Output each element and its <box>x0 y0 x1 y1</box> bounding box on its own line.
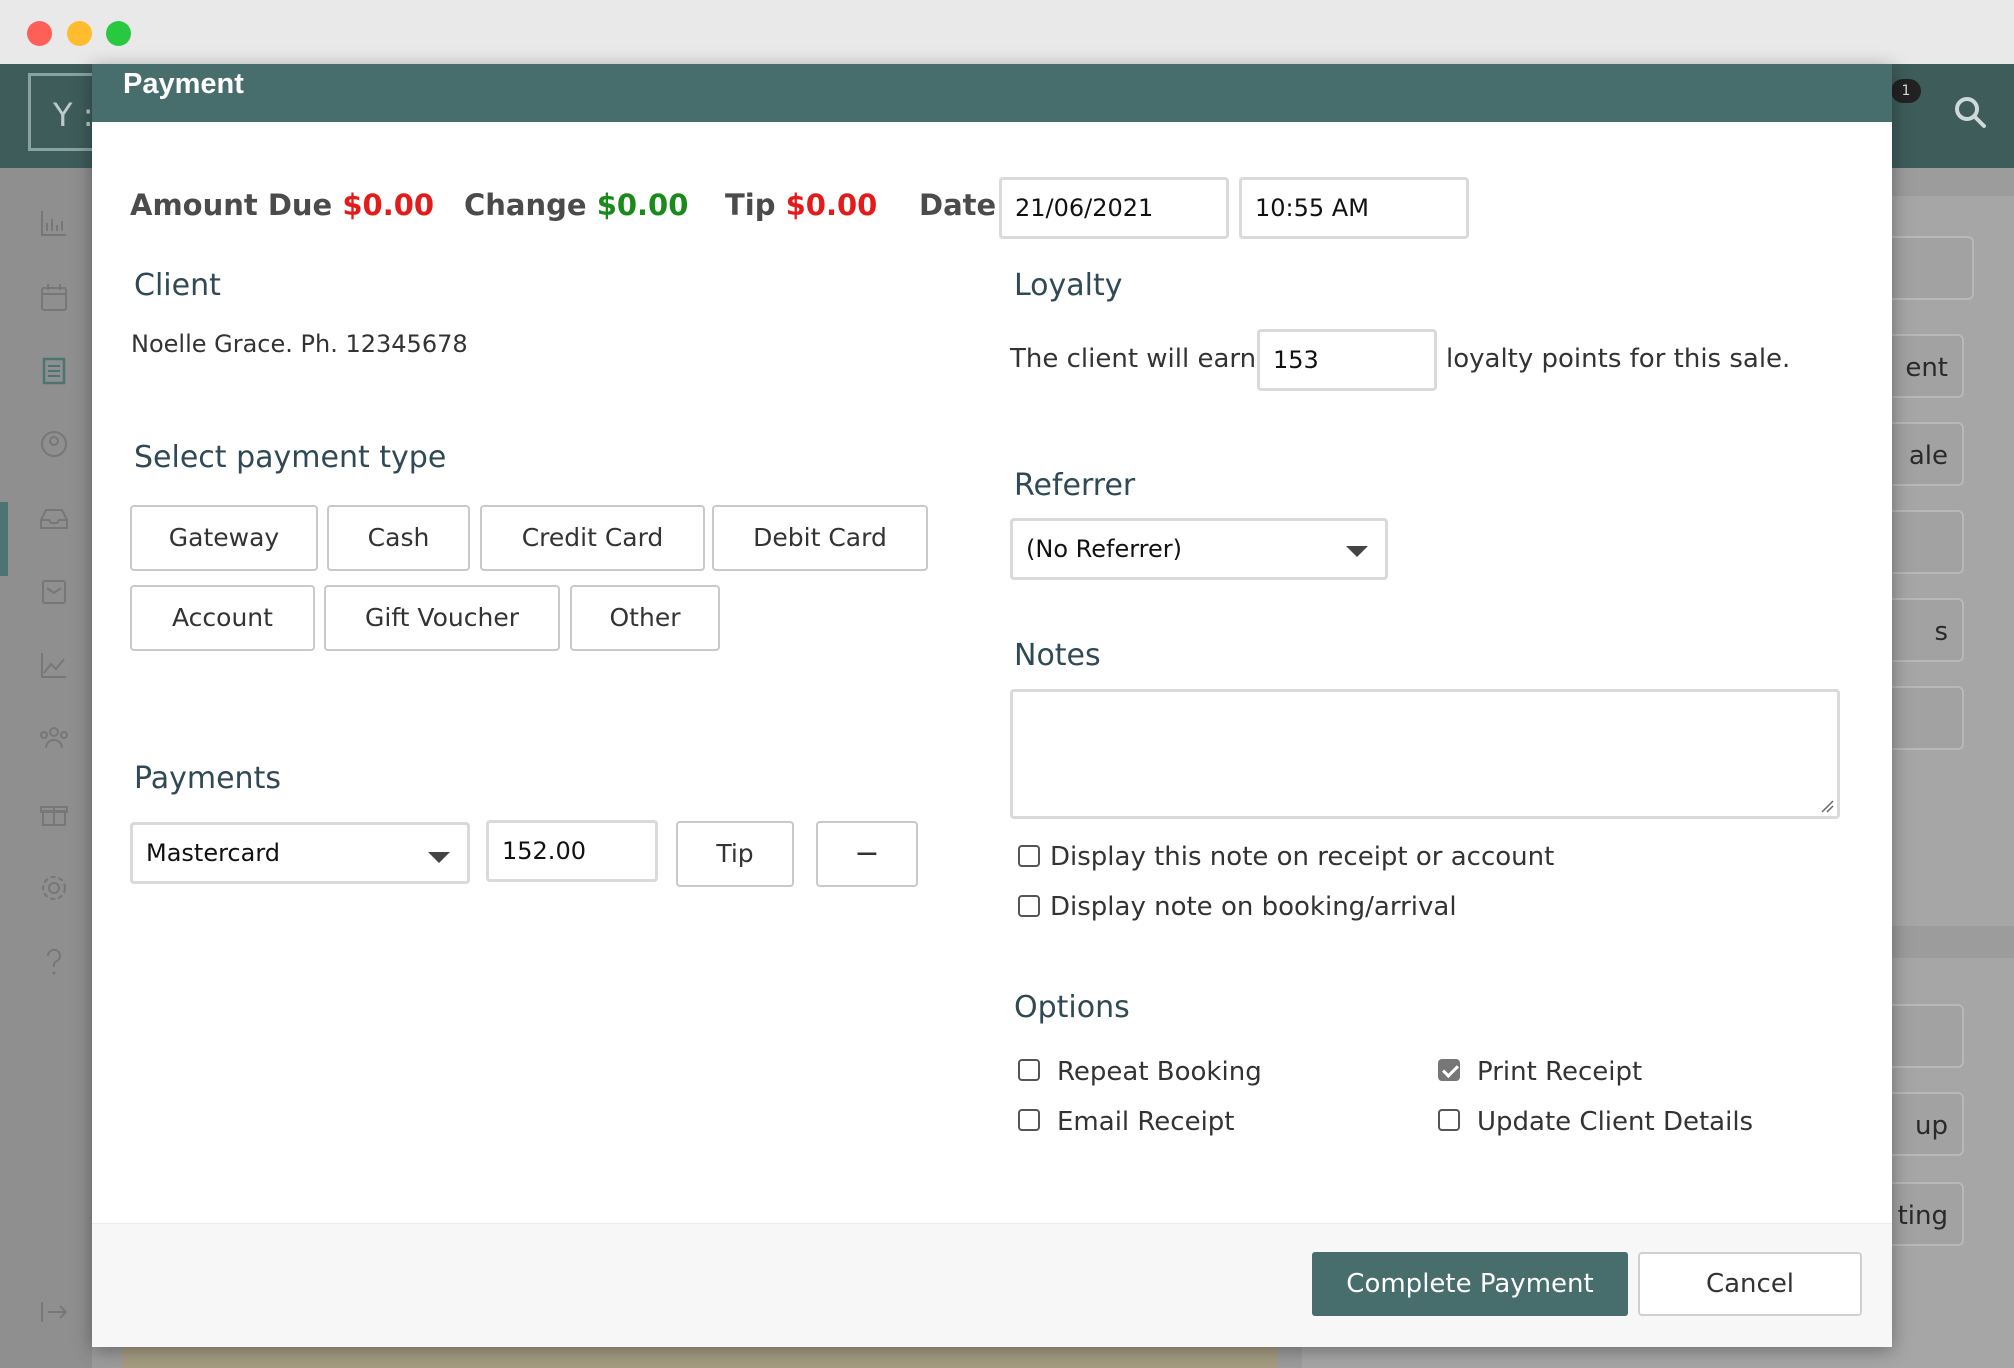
notes-title: Notes <box>1014 638 1101 673</box>
complete-payment-button[interactable]: Complete Payment <box>1312 1252 1628 1316</box>
remove-payment-button[interactable]: − <box>816 821 918 887</box>
client-title: Client <box>134 268 221 303</box>
modal-title: Payment <box>123 68 244 100</box>
payment-type-credit-card-button[interactable]: Credit Card <box>480 505 705 571</box>
amount-due-value: $0.00 <box>342 188 435 222</box>
chevron-down-icon <box>1346 546 1368 557</box>
inbox-icon[interactable] <box>36 500 72 536</box>
payment-type-gateway-button[interactable]: Gateway <box>130 505 318 571</box>
display-note-booking-label: Display note on booking/arrival <box>1050 892 1457 922</box>
search-icon[interactable] <box>1952 94 1988 130</box>
staff-icon[interactable] <box>36 720 72 756</box>
tip-label: Tip <box>725 188 776 222</box>
client-info: Noelle Grace. Ph. 12345678 <box>131 330 468 358</box>
modal-header: Payment <box>92 64 1892 122</box>
payment-type-account-button[interactable]: Account <box>130 585 315 651</box>
payment-type-title: Select payment type <box>134 440 447 475</box>
referrer-selected: (No Referrer) <box>1026 535 1182 563</box>
payment-type-cash-button[interactable]: Cash <box>327 505 470 571</box>
repeat-booking-label: Repeat Booking <box>1057 1057 1262 1087</box>
mail-icon[interactable] <box>36 574 72 610</box>
notification-badge: 1 <box>1891 79 1921 103</box>
window-minimize-button[interactable] <box>67 21 92 46</box>
window-titlebar <box>0 0 2014 64</box>
loyalty-title: Loyalty <box>1014 268 1123 303</box>
update-client-details-checkbox[interactable] <box>1438 1109 1460 1131</box>
date-label: Date <box>919 188 997 222</box>
stats-icon[interactable] <box>36 205 72 241</box>
print-receipt-checkbox[interactable] <box>1438 1059 1460 1081</box>
display-note-booking-checkbox[interactable] <box>1018 895 1040 917</box>
tip-summary: Tip $0.00 <box>725 188 877 222</box>
cancel-button[interactable]: Cancel <box>1638 1252 1862 1316</box>
date-field[interactable]: 21/06/2021 <box>999 177 1229 239</box>
referrer-title: Referrer <box>1014 468 1136 503</box>
loyalty-suffix: loyalty points for this sale. <box>1446 344 1791 374</box>
payments-title: Payments <box>134 761 281 796</box>
email-receipt-checkbox[interactable] <box>1018 1109 1040 1131</box>
gift-icon[interactable] <box>36 797 72 833</box>
payment-type-debit-card-button[interactable]: Debit Card <box>712 505 928 571</box>
calendar-icon[interactable] <box>36 280 72 316</box>
change-label: Change <box>464 188 587 222</box>
receipt-icon[interactable] <box>36 353 72 389</box>
logout-icon[interactable] <box>36 1294 72 1330</box>
payment-method-select[interactable]: Mastercard <box>130 822 470 884</box>
window-close-button[interactable] <box>27 21 52 46</box>
chart-icon[interactable] <box>36 647 72 683</box>
app-logo: Y : <box>28 73 98 151</box>
change-value: $0.00 <box>596 188 689 222</box>
payment-amount-field[interactable]: 152.00 <box>486 820 658 882</box>
tip-button[interactable]: Tip <box>676 821 794 887</box>
payment-type-gift-voucher-button[interactable]: Gift Voucher <box>324 585 560 651</box>
repeat-booking-checkbox[interactable] <box>1018 1059 1040 1081</box>
sidebar-active-indicator <box>0 502 8 576</box>
amount-due: Amount Due $0.00 <box>130 188 434 222</box>
settings-icon[interactable] <box>36 870 72 906</box>
email-receipt-label: Email Receipt <box>1057 1107 1235 1137</box>
amount-due-label: Amount Due <box>130 188 333 222</box>
display-note-receipt-checkbox[interactable] <box>1018 845 1040 867</box>
referrer-select[interactable]: (No Referrer) <box>1010 518 1388 580</box>
client-icon[interactable] <box>36 426 72 462</box>
payment-modal: Payment Amount Due $0.00 Change $0.00 Ti… <box>92 64 1892 1347</box>
print-receipt-label: Print Receipt <box>1477 1057 1643 1087</box>
chevron-down-icon <box>428 852 450 863</box>
tip-value: $0.00 <box>785 188 878 222</box>
options-title: Options <box>1014 990 1130 1025</box>
change: Change $0.00 <box>464 188 688 222</box>
display-note-receipt-label: Display this note on receipt or account <box>1050 842 1555 872</box>
window-maximize-button[interactable] <box>106 21 131 46</box>
help-icon[interactable] <box>36 944 72 980</box>
notes-textarea[interactable] <box>1010 689 1840 819</box>
app-sidebar <box>0 168 92 1368</box>
time-field[interactable]: 10:55 AM <box>1239 177 1469 239</box>
loyalty-prefix: The client will earn <box>1010 344 1257 374</box>
resize-grip-icon[interactable] <box>1820 799 1834 813</box>
loyalty-points-field[interactable]: 153 <box>1257 329 1437 391</box>
update-client-details-label: Update Client Details <box>1477 1107 1754 1137</box>
payment-method-selected: Mastercard <box>146 839 281 867</box>
payment-type-other-button[interactable]: Other <box>570 585 720 651</box>
